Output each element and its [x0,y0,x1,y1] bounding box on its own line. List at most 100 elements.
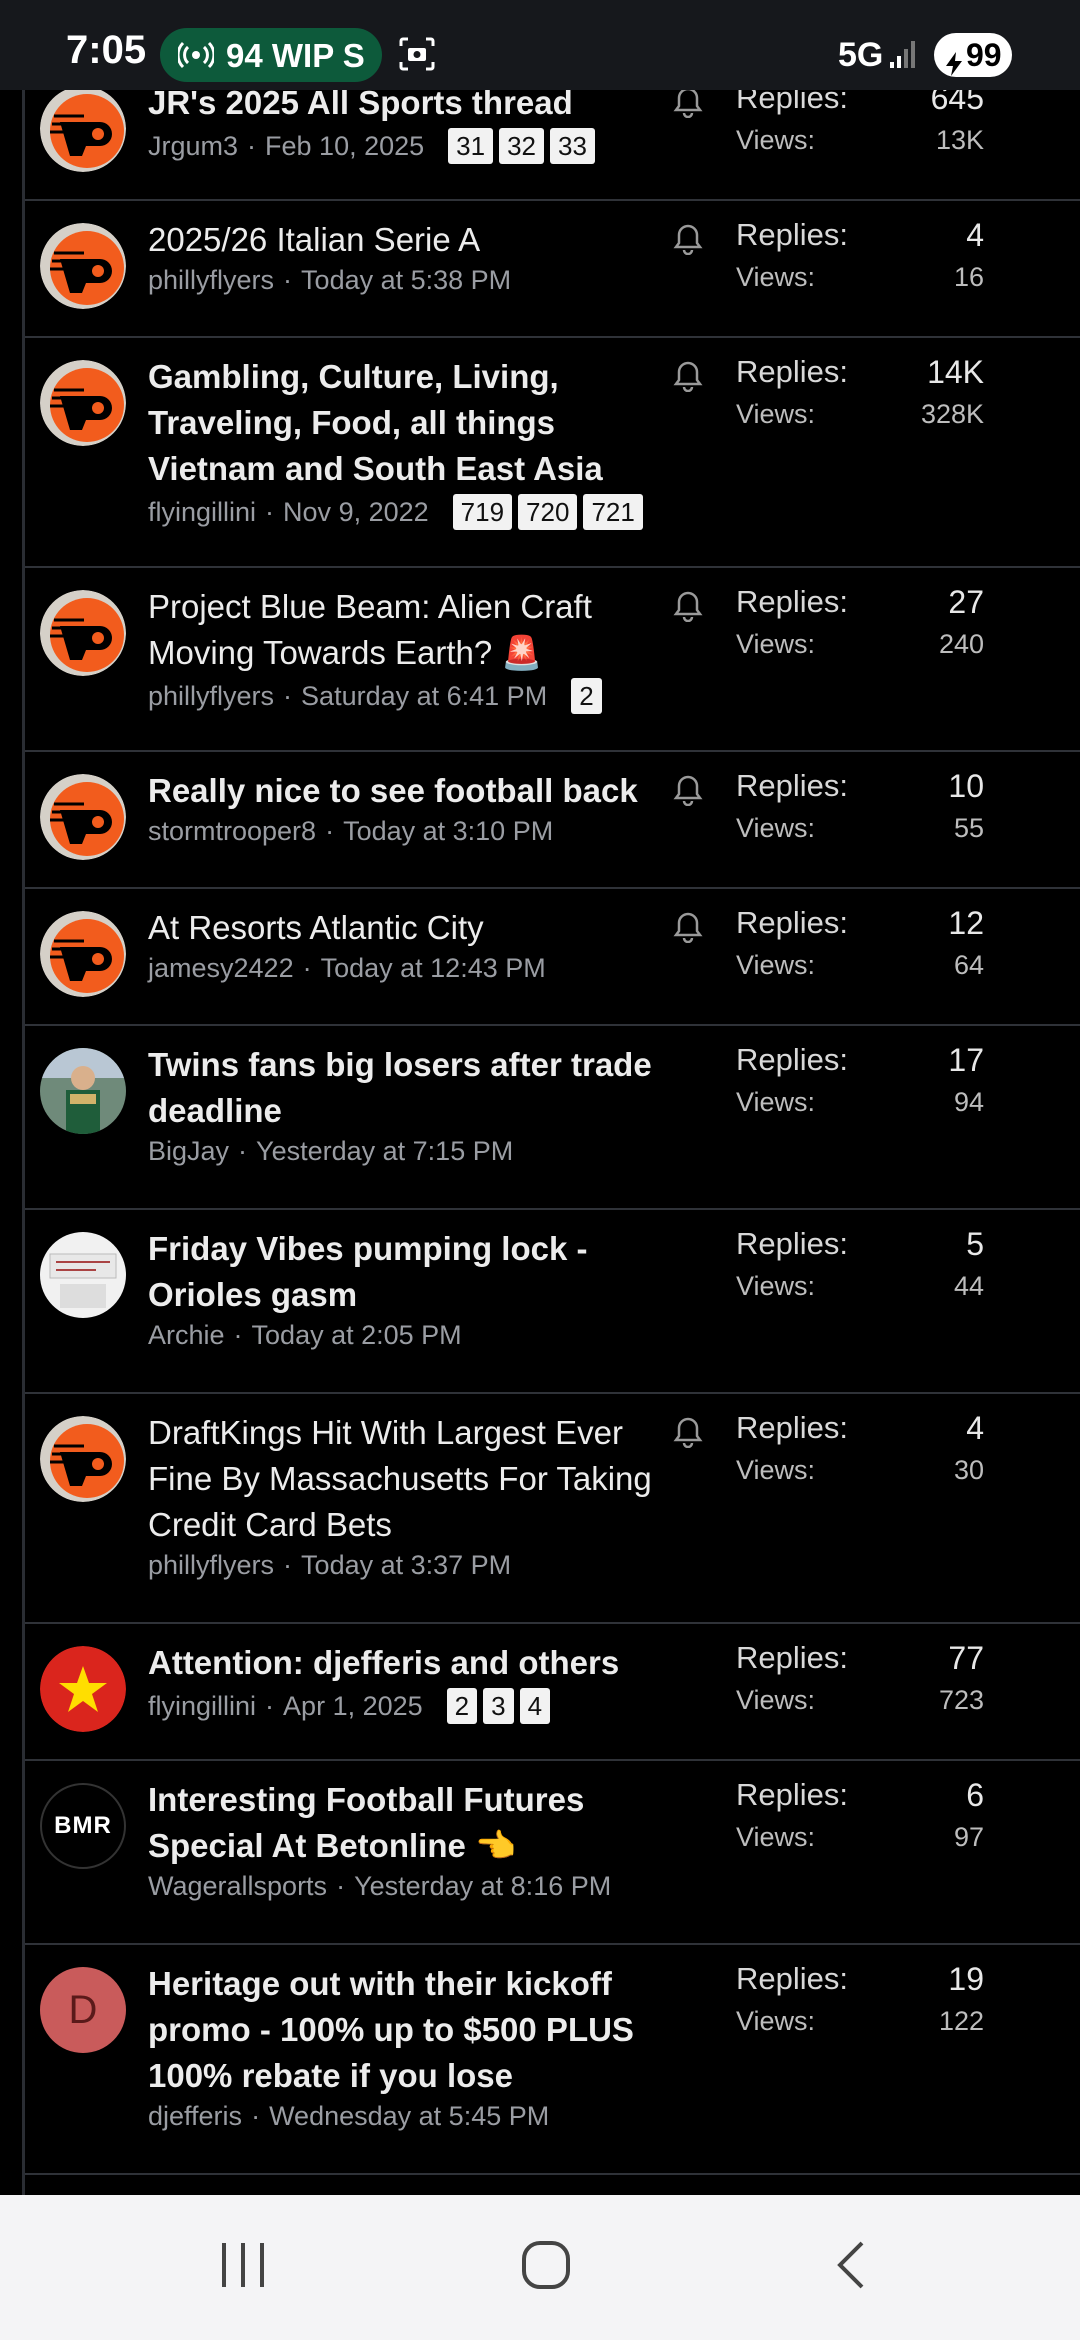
thread-date[interactable]: Today at 2:05 PM [252,1320,462,1351]
thread-row[interactable]: Gambling, Culture, Living, Traveling, Fo… [25,340,1080,568]
page-link[interactable]: 2 [446,1688,478,1724]
thread-row[interactable]: Friday Vibes pumping lock - Orioles gasm… [25,1212,1080,1394]
thread-meta: phillyflyers · Today at 3:37 PM [148,1550,511,1581]
recent-apps-button[interactable] [218,2239,270,2296]
avatar[interactable] [40,1048,126,1134]
thread-row[interactable]: BMR Interesting Football Futures Special … [25,1763,1080,1945]
thread-date[interactable]: Today at 12:43 PM [321,953,546,984]
views-label: Views: [736,1685,816,1715]
thread-meta: flyingillini · Nov 9, 2022 719 720 721 [148,494,643,530]
views-count: 64 [953,950,984,980]
bell-icon[interactable] [673,911,703,948]
page-jump-links: 2 [571,678,602,714]
thread-title[interactable]: 2025/26 Italian Serie A [148,217,688,263]
page-link[interactable]: 33 [550,128,595,164]
avatar[interactable] [40,590,126,676]
thread-title[interactable]: At Resorts Atlantic City [148,905,688,951]
bell-icon[interactable] [673,1416,703,1453]
avatar[interactable] [40,360,126,446]
avatar[interactable] [40,223,126,309]
ongoing-call-pill[interactable]: 94 WIP S [160,28,382,82]
thread-title[interactable]: Really nice to see football back [148,768,688,814]
thread-meta: Archie · Today at 2:05 PM [148,1320,462,1351]
thread-row[interactable]: 2025/26 Italian Serie Aphillyflyers · Toda… [25,203,1080,338]
replies-count: 4 [966,1410,984,1446]
thread-title[interactable]: Heritage out with their kickoff promo - … [148,1961,688,2099]
thread-meta: jamesy2422 · Today at 12:43 PM [148,953,546,984]
bell-icon[interactable] [673,774,703,811]
screenshot-icon [398,36,436,77]
thread-date[interactable]: Today at 3:37 PM [301,1550,511,1581]
thread-title[interactable]: DraftKings Hit With Largest Ever Fine By… [148,1410,688,1548]
thread-author[interactable]: Jrgum3 [148,131,238,162]
bell-icon[interactable] [673,360,703,397]
replies-label: Replies: [736,217,848,252]
thread-author[interactable]: phillyflyers [148,265,274,296]
replies-label: Replies: [736,1042,848,1077]
thread-author[interactable]: flyingillini [148,497,256,528]
thread-date[interactable]: Today at 3:10 PM [343,816,553,847]
thread-author[interactable]: BigJay [148,1136,229,1167]
page-link[interactable]: 2 [571,678,602,714]
thread-row[interactable]: Really nice to see football back stormtro… [25,754,1080,889]
thread-title[interactable]: Gambling, Culture, Living, Traveling, Fo… [148,354,688,492]
avatar[interactable] [40,774,126,860]
thread-title[interactable]: JR's 2025 All Sports thread [148,90,688,126]
thread-author[interactable]: stormtrooper8 [148,816,316,847]
battery-indicator: 99 [934,33,1012,77]
thread-date[interactable]: Yesterday at 7:15 PM [256,1136,513,1167]
thread-title[interactable]: Twins fans big losers after trade deadli… [148,1042,688,1134]
bell-icon[interactable] [673,90,703,123]
views-count: 723 [938,1685,984,1715]
avatar[interactable] [40,1416,126,1502]
avatar[interactable] [40,90,126,172]
thread-row[interactable]: DraftKings Hit With Largest Ever Fine By… [25,1396,1080,1624]
views-count: 328K [920,399,984,429]
avatar[interactable]: BMR [40,1783,126,1869]
avatar[interactable] [40,911,126,997]
thread-author[interactable]: phillyflyers [148,681,274,712]
thread-row[interactable]: D Heritage out with their kickoff promo -… [25,1947,1080,2175]
thread-date[interactable]: Wednesday at 5:45 PM [269,2101,549,2132]
thread-row[interactable]: JR's 2025 All Sports thread Jrgum3 · Feb 10… [25,90,1080,201]
thread-author[interactable]: djefferis [148,2101,242,2132]
page-link[interactable]: 32 [499,128,545,164]
thread-row[interactable]: Twins fans big losers after trade deadli… [25,1028,1080,1210]
bell-icon[interactable] [673,590,703,627]
page-link[interactable]: 31 [448,128,494,164]
page-link[interactable]: 4 [519,1688,551,1724]
thread-date[interactable]: Yesterday at 8:16 PM [354,1871,611,1902]
thread-date[interactable]: Nov 9, 2022 [283,497,429,528]
thread-title[interactable]: Interesting Football Futures Special At … [148,1777,688,1869]
avatar[interactable] [40,1646,126,1732]
thread-date[interactable]: Today at 5:38 PM [301,265,511,296]
thread-author[interactable]: flyingillini [148,1691,256,1722]
thread-row[interactable]: At Resorts Atlantic City jamesy2422 · Today… [25,891,1080,1026]
page-link[interactable]: 719 [452,494,513,530]
separator: · [233,1320,243,1350]
thread-title[interactable]: Friday Vibes pumping lock - Orioles gasm [148,1226,688,1318]
thread-row[interactable]: Attention: djefferis and others flyingill… [25,1626,1080,1761]
replies-count: 5 [966,1226,984,1262]
home-button[interactable] [520,2239,572,2296]
page-link[interactable]: 720 [518,494,578,530]
thread-date[interactable]: Saturday at 6:41 PM [301,681,547,712]
thread-author[interactable]: Archie [148,1320,225,1351]
thread-author[interactable]: jamesy2422 [148,953,294,984]
thread-author[interactable]: phillyflyers [148,1550,274,1581]
thread-author[interactable]: Wagerallsports [148,1871,327,1902]
bell-icon[interactable] [673,223,703,260]
thread-row[interactable]: Project Blue Beam: Alien Craft Moving To… [25,570,1080,752]
thread-title[interactable]: Attention: djefferis and others [148,1640,688,1686]
separator: · [336,1871,346,1901]
thread-date[interactable]: Apr 1, 2025 [283,1691,423,1722]
replies-label: Replies: [736,354,848,389]
back-button[interactable] [826,2239,878,2296]
avatar[interactable]: D [40,1967,126,2053]
thread-date[interactable]: Feb 10, 2025 [265,131,424,162]
signal-icon [890,38,920,75]
avatar[interactable] [40,1232,126,1318]
page-link[interactable]: 3 [483,1688,514,1724]
page-link[interactable]: 721 [583,494,643,530]
thread-title[interactable]: Project Blue Beam: Alien Craft Moving To… [148,584,688,676]
